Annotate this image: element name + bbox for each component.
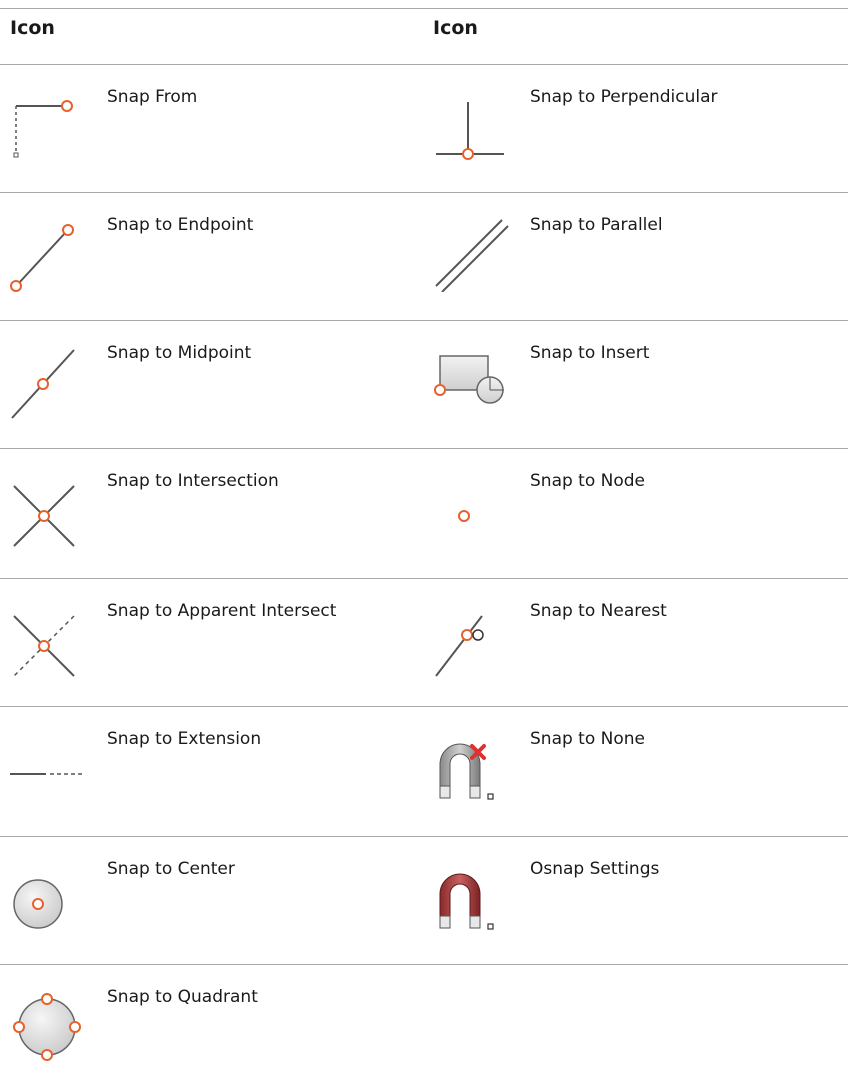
cell-label: Snap to Endpoint — [107, 215, 254, 235]
snap-intersection-icon — [8, 458, 88, 547]
snap-from-icon — [8, 74, 88, 158]
table-row: Snap to Endpoint Snap to Parallel — [0, 192, 848, 320]
snap-node-icon — [434, 458, 514, 538]
snap-insert-icon — [434, 330, 514, 410]
snap-endpoint-icon — [8, 202, 88, 292]
cell-label: Snap to Midpoint — [107, 343, 252, 363]
cell-label: Snap to None — [530, 729, 645, 749]
table-row: Snap From Snap to Perpendicular — [0, 64, 848, 192]
column-header-icon-1: Icon — [10, 17, 55, 39]
cell-label: Snap to Node — [530, 471, 646, 491]
snap-quadrant-icon — [8, 974, 88, 1061]
cell-label: Snap to Quadrant — [107, 987, 258, 1007]
cell-label: Snap to Apparent Intersect — [107, 601, 337, 621]
table-row: Snap to Quadrant — [0, 964, 848, 1092]
snap-parallel-icon — [434, 202, 514, 292]
cell-label: Snap to Center — [107, 859, 235, 879]
cell-label: Snap to Intersection — [107, 471, 279, 491]
table-row: Snap to Intersection Snap to Node — [0, 448, 848, 576]
osnap-settings-magnet-icon — [434, 846, 514, 930]
snap-none-magnet-icon — [434, 716, 514, 800]
table-top-border — [0, 8, 848, 9]
cell-label: Snap to Extension — [107, 729, 262, 749]
table-row: Snap to Extension Snap to None — [0, 706, 848, 834]
snap-perpendicular-icon — [434, 74, 514, 160]
cell-label: Snap to Nearest — [530, 601, 667, 621]
snap-apparent-intersect-icon — [8, 588, 88, 677]
cell-label: Snap to Perpendicular — [530, 87, 718, 107]
column-header-icon-2: Icon — [433, 17, 478, 39]
snap-midpoint-icon — [8, 330, 88, 419]
cell-label: Snap to Parallel — [530, 215, 663, 235]
cell-label: Snap to Insert — [530, 343, 650, 363]
table-row: Snap to Midpoint Snap to Insert — [0, 320, 848, 448]
snap-center-icon — [8, 846, 88, 929]
table-row: Snap to Center Osnap Settings — [0, 836, 848, 964]
table-row: Snap to Apparent Intersect Snap to Neare… — [0, 578, 848, 706]
cell-label: Snap From — [107, 87, 198, 107]
cell-label: Osnap Settings — [530, 859, 660, 879]
snap-extension-icon — [8, 716, 88, 796]
snap-nearest-icon — [434, 588, 514, 677]
